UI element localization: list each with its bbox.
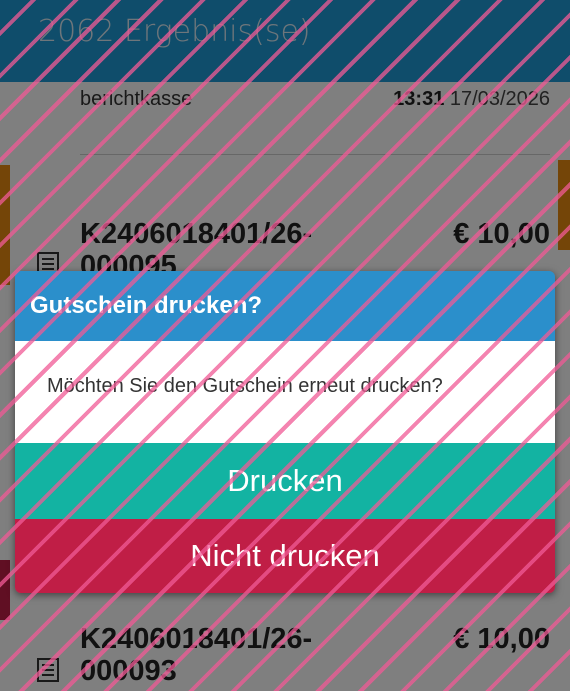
print-button[interactable]: Drucken [15,443,555,519]
dialog-header: Gutschein drucken? [15,271,555,341]
dialog-message: Möchten Sie den Gutschein erneut drucken… [47,375,443,397]
dialog-title: Gutschein drucken? [30,292,263,319]
dont-print-button[interactable]: Nicht drucken [15,519,555,593]
app-screen: 2062 Ergebnis(se) berichtkasse 13:31 17/… [0,0,570,691]
dialog-body: Möchten Sie den Gutschein erneut drucken… [15,341,555,443]
print-voucher-dialog: Gutschein drucken? Möchten Sie den Gutsc… [15,271,555,593]
